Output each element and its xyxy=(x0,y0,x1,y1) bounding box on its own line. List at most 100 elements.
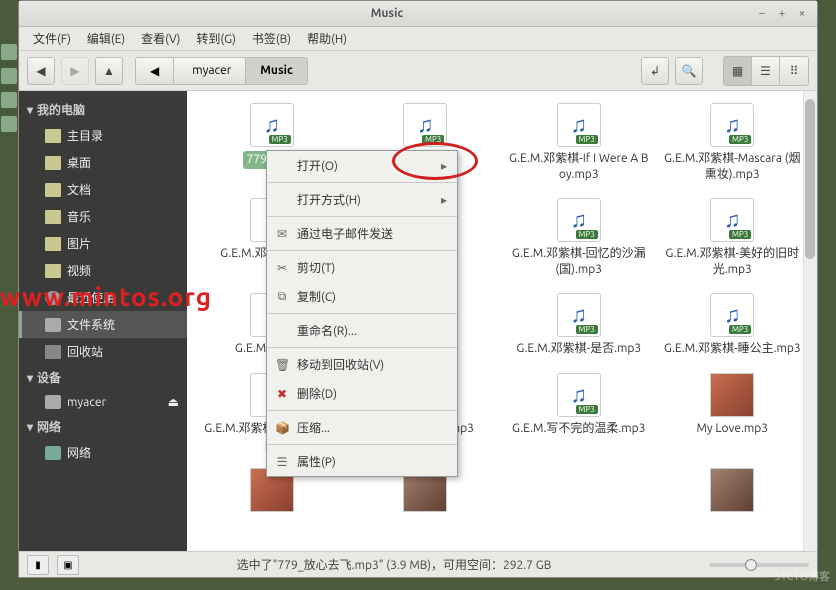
window-title: Music xyxy=(19,7,755,20)
back-button[interactable]: ◀ xyxy=(27,57,55,85)
folder-icon xyxy=(45,210,61,224)
sidebar-section-header[interactable]: ▾ 网络 xyxy=(19,414,187,439)
file-name-label: My Love.mp3 xyxy=(696,421,768,437)
menu-item-icon: ☰ xyxy=(275,455,289,469)
context-menu-item[interactable]: ✖删除(D) xyxy=(267,379,457,408)
sidebar-item[interactable]: 文件系统 xyxy=(19,311,187,338)
folder-icon xyxy=(45,318,61,332)
mp3-icon: ♫MP3 xyxy=(557,198,601,242)
sidebar-item-label: 网络 xyxy=(67,444,91,461)
sidebar-item[interactable]: 主目录 xyxy=(19,122,187,149)
file-item[interactable] xyxy=(502,464,656,520)
sidebar-item[interactable]: 文档 xyxy=(19,176,187,203)
watermark-text: www.mintos.org xyxy=(0,282,212,311)
sidebar-item-label: 回收站 xyxy=(67,343,103,360)
sidebar-item[interactable]: 视频 xyxy=(19,257,187,284)
folder-icon xyxy=(45,395,61,409)
context-menu-item[interactable]: 🗑 移动到回收站(V) xyxy=(267,350,457,379)
zoom-slider[interactable] xyxy=(709,563,809,567)
album-thumbnail xyxy=(710,468,754,512)
context-menu-item[interactable]: 打开方式(H)▸ xyxy=(267,185,457,214)
menu-item-label: 打开(O) xyxy=(297,157,338,174)
submenu-arrow-icon: ▸ xyxy=(441,193,447,207)
menu-goto[interactable]: 转到(G) xyxy=(190,28,242,49)
folder-icon xyxy=(45,345,61,359)
sidebar-section-header[interactable]: ▾ 我的电脑 xyxy=(19,97,187,122)
sidebar-item[interactable]: 桌面 xyxy=(19,149,187,176)
context-menu-item[interactable]: ☰属性(P) xyxy=(267,447,457,476)
sidebar-item[interactable]: 音乐 xyxy=(19,203,187,230)
context-menu-item[interactable]: ✂剪切(T) xyxy=(267,253,457,282)
source-watermark: 51CTO博客 xyxy=(774,568,830,584)
menu-edit[interactable]: 编辑(E) xyxy=(81,28,131,49)
file-item[interactable]: ♫MP3G.E.M.邓紫棋-回忆的沙漏 (国).mp3 xyxy=(502,194,656,281)
menu-item-label: 通过电子邮件发送 xyxy=(297,225,393,242)
context-menu-item[interactable]: ⧉复制(C) xyxy=(267,282,457,311)
file-item[interactable]: ♫MP3G.E.M.邓紫棋-美好的旧时光.mp3 xyxy=(656,194,810,281)
list-view-button[interactable]: ☰ xyxy=(752,57,780,85)
sidebar-item-label: 视频 xyxy=(67,262,91,279)
menu-item-icon: 📦 xyxy=(275,421,289,435)
context-menu-item[interactable]: 打开(O)▸ xyxy=(267,151,457,180)
sidebar: ▾ 我的电脑主目录桌面文档音乐图片视频最近使用文件系统回收站▾ 设备myacer… xyxy=(19,91,187,551)
menu-bookmarks[interactable]: 书签(B) xyxy=(246,28,297,49)
places-toggle-button[interactable]: ▣ xyxy=(57,555,79,575)
toggle-pathbar-button[interactable]: ↲ xyxy=(641,57,669,85)
file-item[interactable]: ♫MP3G.E.M.邓紫棋-Mascara (烟熏妆).mp3 xyxy=(656,99,810,186)
scrollbar-thumb[interactable] xyxy=(805,99,815,259)
search-button[interactable]: 🔍 xyxy=(675,57,703,85)
file-item[interactable]: ♫MP3G.E.M.邓紫棋-睡公主.mp3 xyxy=(656,289,810,361)
minimize-button[interactable]: − xyxy=(755,7,769,20)
album-thumbnail xyxy=(710,373,754,417)
compact-view-button[interactable]: ⠿ xyxy=(780,57,808,85)
sidebar-item[interactable]: 回收站 xyxy=(19,338,187,365)
file-name-label: G.E.M.邓紫棋-Mascara (烟熏妆).mp3 xyxy=(662,151,802,182)
menu-file[interactable]: 文件(F) xyxy=(27,28,77,49)
breadcrumb-music[interactable]: Music xyxy=(246,58,307,84)
folder-icon xyxy=(45,237,61,251)
eject-icon[interactable]: ⏏ xyxy=(168,395,179,409)
file-item[interactable]: ♫MP3G.E.M.邓紫棋-If I Were A Boy.mp3 xyxy=(502,99,656,186)
mp3-icon: ♫MP3 xyxy=(557,293,601,337)
close-button[interactable]: × xyxy=(795,7,809,20)
context-menu-item[interactable]: ✉ 通过电子邮件发送 xyxy=(267,219,457,248)
menu-item-label: 移动到回收站(V) xyxy=(297,356,384,373)
file-name-label: G.E.M.邓紫棋-是否.mp3 xyxy=(516,341,641,357)
up-button[interactable]: ▲ xyxy=(95,57,123,85)
menu-view[interactable]: 查看(V) xyxy=(135,28,186,49)
file-item[interactable]: My Love.mp3 xyxy=(656,369,810,456)
context-menu-item[interactable]: 📦压缩... xyxy=(267,413,457,442)
folder-icon xyxy=(45,264,61,278)
mp3-icon: ♫MP3 xyxy=(557,373,601,417)
context-menu-item[interactable]: 重命名(R)... xyxy=(267,316,457,345)
sidebar-item[interactable]: myacer ⏏ xyxy=(19,390,187,414)
sidebar-item[interactable]: 图片 xyxy=(19,230,187,257)
sidebar-section-header[interactable]: ▾ 设备 xyxy=(19,365,187,390)
scrollbar[interactable] xyxy=(803,91,817,551)
file-item[interactable]: ♫MP3 G.E.M.写不完的温柔.mp3 xyxy=(502,369,656,456)
file-item[interactable] xyxy=(656,464,810,520)
icon-view-button[interactable]: ▦ xyxy=(724,57,752,85)
breadcrumb-myacer[interactable]: myacer xyxy=(174,58,246,84)
sidebar-item-label: 音乐 xyxy=(67,208,91,225)
sidebar-item-label: 主目录 xyxy=(67,127,103,144)
menu-item-icon: ✉ xyxy=(275,227,289,241)
zoom-knob[interactable] xyxy=(745,559,757,571)
sidebar-item-label: 桌面 xyxy=(67,154,91,171)
maximize-button[interactable]: + xyxy=(775,7,789,20)
breadcrumb-root[interactable]: ◀ xyxy=(136,58,174,84)
forward-button[interactable]: ▶ xyxy=(61,57,89,85)
titlebar[interactable]: Music − + × xyxy=(19,1,817,27)
menu-item-label: 复制(C) xyxy=(297,288,336,305)
sidebar-item[interactable]: 网络 xyxy=(19,439,187,466)
sidebar-toggle-button[interactable]: ▮ xyxy=(27,555,49,575)
file-name-label: G.E.M.写不完的温柔.mp3 xyxy=(512,421,645,437)
menu-item-icon: 🗑 xyxy=(275,358,289,372)
menu-help[interactable]: 帮助(H) xyxy=(301,28,353,49)
file-name-label: G.E.M.邓紫棋-睡公主.mp3 xyxy=(664,341,801,357)
file-item[interactable]: ♫MP3 G.E.M.邓紫棋-是否.mp3 xyxy=(502,289,656,361)
toolbar: ◀ ▶ ▲ ◀ myacer Music ↲ 🔍 ▦ ☰ ⠿ xyxy=(19,51,817,91)
menu-item-label: 重命名(R)... xyxy=(297,322,357,339)
sidebar-item-label: myacer xyxy=(67,396,106,409)
view-mode-group: ▦ ☰ ⠿ xyxy=(723,56,809,86)
